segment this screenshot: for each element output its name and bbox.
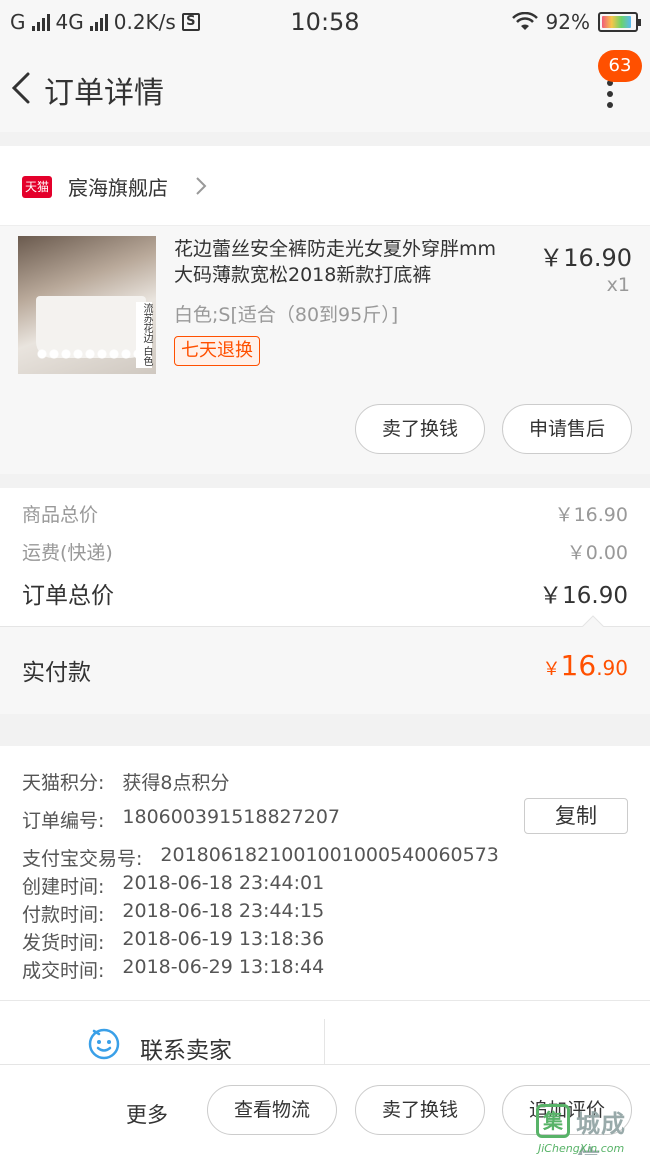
order-info: 天猫积分: 获得8点积分 订单编号: 180600391518827207 复制… (0, 746, 650, 1000)
apply-after-sales-button[interactable]: 申请售后 (502, 404, 632, 454)
order-number-row: 订单编号: 180600391518827207 (22, 806, 340, 833)
order-total-value: ￥16.90 (539, 583, 628, 609)
created-time-value: 2018-06-18 23:44:01 (122, 872, 325, 894)
goods-total-label: 商品总价 (22, 504, 99, 526)
amount-paid-decimal: .90 (596, 656, 628, 680)
chevron-right-icon (196, 177, 207, 195)
watermark: 集 城成信 JiChengXin.com (536, 1104, 648, 1155)
wifi-icon (511, 12, 538, 30)
page-title: 订单详情 (44, 76, 164, 111)
shop-header[interactable]: 天猫 宸海旗舰店 (0, 146, 650, 226)
points-value: 获得8点积分 (122, 772, 230, 794)
product-quantity: x1 (606, 274, 630, 296)
tmall-logo-icon: 天猫 (22, 176, 52, 198)
nav-bar: 订单详情 63 (0, 44, 650, 132)
amount-paid-row: 实付款 ￥16.90 (0, 615, 650, 714)
product-sku: 白色;S[适合（80到95斤）] (174, 304, 399, 326)
status-bar: G 4G 0.2K/s S 10:58 92% (0, 0, 650, 44)
alipay-label: 支付宝交易号: (22, 848, 143, 870)
contact-divider (324, 1019, 325, 1065)
order-total-row: 订单总价 ￥16.90 (22, 576, 628, 610)
product-item[interactable]: 流苏花边 白色 花边蕾丝安全裤防走光女夏外穿胖mm大码薄款宽松2018新款打底裤… (0, 226, 650, 474)
product-image-tag: 流苏花边 白色 (136, 302, 152, 368)
caret-up-icon (582, 615, 604, 627)
shipping-label: 运费(快递) (22, 542, 113, 564)
more-menu-icon[interactable] (606, 80, 614, 108)
completed-time-row: 成交时间: 2018-06-29 13:18:44 (22, 956, 324, 983)
copy-button[interactable]: 复制 (524, 798, 628, 834)
paid-time-row: 付款时间: 2018-06-18 23:44:15 (22, 900, 324, 927)
goods-total-row: 商品总价 ￥16.90 (22, 500, 628, 527)
points-row: 天猫积分: 获得8点积分 (22, 768, 230, 795)
battery-icon (598, 12, 641, 32)
more-button[interactable]: 更多 (126, 1099, 168, 1129)
return-policy-tag: 七天退换 (174, 336, 260, 366)
shipped-time-label: 发货时间: (22, 932, 105, 954)
order-number-value: 180600391518827207 (122, 806, 340, 828)
contact-seller-icon[interactable] (86, 1025, 122, 1061)
watermark-logo-icon: 集 (536, 1104, 570, 1138)
battery-percent: 92% (545, 10, 590, 34)
product-price: ￥16.90 (539, 244, 632, 272)
created-time-label: 创建时间: (22, 876, 105, 898)
shipping-row: 运费(快递) ￥0.00 (22, 538, 628, 565)
amount-paid-label: 实付款 (22, 660, 91, 686)
product-title[interactable]: 花边蕾丝安全裤防走光女夏外穿胖mm大码薄款宽松2018新款打底裤 (174, 236, 514, 288)
contact-seller-label[interactable]: 联系卖家 (140, 1031, 232, 1065)
order-number-label: 订单编号: (22, 810, 105, 832)
product-image[interactable]: 流苏花边 白色 (18, 236, 156, 374)
amount-paid-currency: ￥ (542, 659, 561, 680)
shop-name[interactable]: 宸海旗舰店 (68, 172, 168, 201)
completed-time-value: 2018-06-29 13:18:44 (122, 956, 325, 978)
shipping-value: ￥0.00 (566, 542, 628, 564)
status-right: 92% (511, 10, 641, 34)
watermark-url: JiChengXin.com (538, 1142, 625, 1155)
order-total-label: 订单总价 (22, 583, 114, 609)
shop-card: 天猫 宸海旗舰店 流苏花边 白色 花边蕾丝安全裤防走光女夏外穿胖mm大码薄款宽松… (0, 146, 650, 474)
points-label: 天猫积分: (22, 772, 105, 794)
completed-time-label: 成交时间: (22, 960, 105, 982)
amount-paid-integer: 16 (560, 649, 597, 682)
alipay-value: 2018061821001001000540060573 (160, 844, 499, 866)
contact-bar: 联系卖家 (0, 1000, 650, 1065)
shipped-time-row: 发货时间: 2018-06-19 13:18:36 (22, 928, 324, 955)
view-logistics-button[interactable]: 查看物流 (207, 1085, 337, 1135)
sell-for-cash-button[interactable]: 卖了换钱 (355, 404, 485, 454)
amount-paid-value: ￥16.90 (543, 649, 628, 682)
sell-for-cash-button-bottom[interactable]: 卖了换钱 (355, 1085, 485, 1135)
alipay-row: 支付宝交易号: 2018061821001001000540060573 (22, 844, 499, 871)
paid-time-label: 付款时间: (22, 904, 105, 926)
shipped-time-value: 2018-06-19 13:18:36 (122, 928, 325, 950)
goods-total-value: ￥16.90 (554, 504, 628, 526)
message-badge[interactable]: 63 (598, 50, 642, 82)
price-summary: 商品总价 ￥16.90 运费(快递) ￥0.00 订单总价 ￥16.90 实付款… (0, 488, 650, 714)
back-arrow-icon[interactable] (8, 66, 38, 110)
created-time-row: 创建时间: 2018-06-18 23:44:01 (22, 872, 324, 899)
paid-time-value: 2018-06-18 23:44:15 (122, 900, 325, 922)
